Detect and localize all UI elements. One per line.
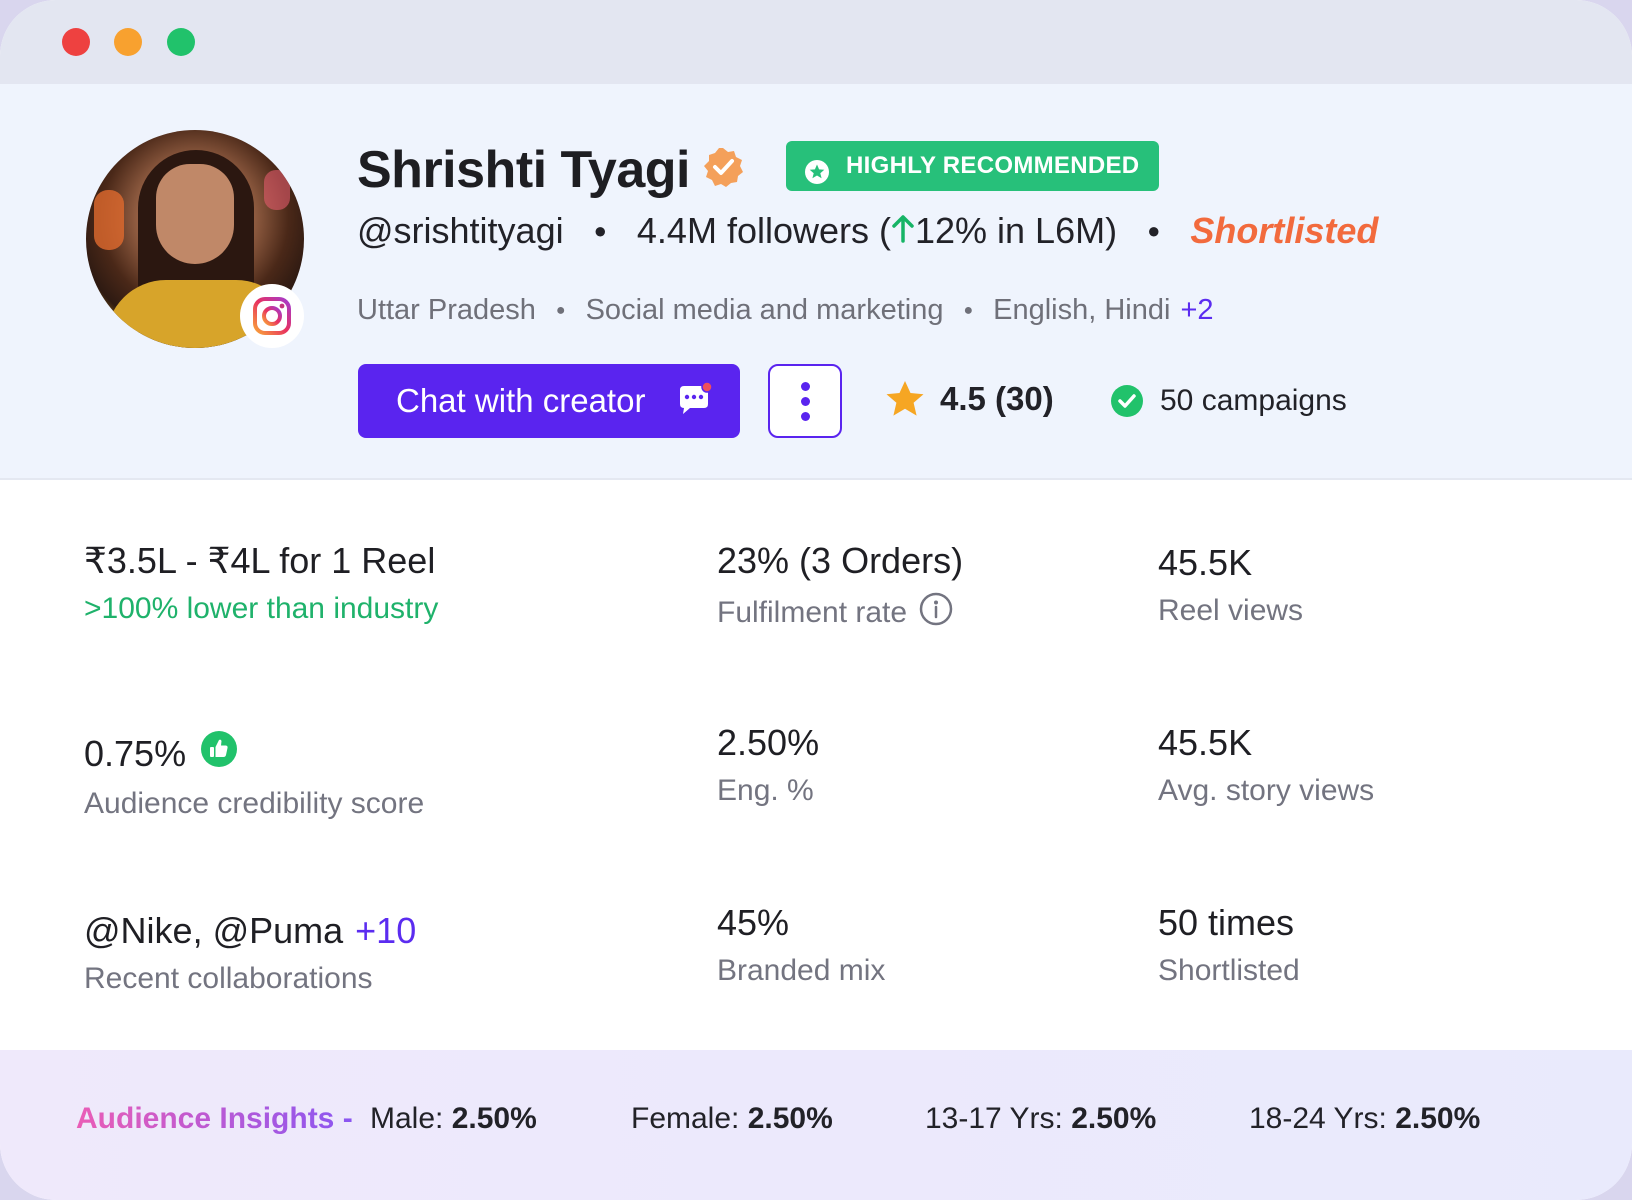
price-note: >100% lower than industry bbox=[84, 592, 439, 625]
collaborations-more-link[interactable]: +10 bbox=[355, 910, 416, 952]
insight-age-13-17: 13-17 Yrs: 2.50% bbox=[925, 1102, 1157, 1135]
collaborations-value: @Nike, @Puma +10 bbox=[84, 910, 417, 952]
campaigns-count: 50 campaigns bbox=[1110, 384, 1347, 418]
collaborations-stat: @Nike, @Puma +10 Recent collaborations bbox=[84, 910, 416, 996]
info-icon[interactable] bbox=[919, 592, 953, 634]
shortlisted-count-label: Shortlisted bbox=[1158, 954, 1300, 987]
more-options-button[interactable] bbox=[768, 364, 842, 438]
branded-mix-label: Branded mix bbox=[717, 954, 886, 987]
follower-growth: 12% in L6M) bbox=[914, 210, 1118, 251]
maximize-window-button[interactable] bbox=[167, 28, 195, 56]
check-circle-icon bbox=[1111, 385, 1143, 417]
location: Uttar Pradesh bbox=[357, 294, 536, 326]
star-icon bbox=[886, 381, 924, 416]
category: Social media and marketing bbox=[585, 294, 944, 326]
languages: English, Hindi bbox=[993, 294, 1171, 326]
engagement-label: Eng. % bbox=[717, 774, 814, 807]
minimize-window-button[interactable] bbox=[114, 28, 142, 56]
reel-views-stat: 45.5K Reel views bbox=[1158, 542, 1303, 628]
insight-age-18-24: 18-24 Yrs: 2.50% bbox=[1249, 1102, 1481, 1135]
instagram-icon bbox=[240, 284, 304, 348]
followers-count: 4.4M followers ( bbox=[636, 210, 891, 251]
meta-row: Uttar Pradesh ● Social media and marketi… bbox=[357, 294, 1214, 327]
close-window-button[interactable] bbox=[62, 28, 90, 56]
engagement-stat: 2.50% Eng. % bbox=[717, 722, 819, 808]
reel-views-value: 45.5K bbox=[1158, 542, 1253, 583]
price-value: ₹3.5L - ₹4L for 1 Reel bbox=[84, 540, 436, 581]
arrow-up-icon bbox=[891, 210, 915, 252]
star-circle-icon bbox=[804, 153, 830, 203]
audience-insights-title: Audience Insights - bbox=[76, 1102, 353, 1135]
credibility-value: 0.75% bbox=[84, 730, 424, 777]
insight-female: Female: 2.50% bbox=[631, 1102, 833, 1135]
thumbs-up-icon bbox=[200, 730, 238, 777]
collaborations-label: Recent collaborations bbox=[84, 962, 373, 995]
branded-mix-stat: 45% Branded mix bbox=[717, 902, 885, 988]
insight-male: Male: 2.50% bbox=[370, 1102, 537, 1135]
shortlisted-count-stat: 50 times Shortlisted bbox=[1158, 902, 1300, 988]
creator-profile-window: Shrishti Tyagi HIGHLY RECOMMENDED @srish… bbox=[0, 0, 1632, 1200]
price-stat: ₹3.5L - ₹4L for 1 Reel >100% lower than … bbox=[84, 540, 438, 626]
fulfilment-stat: 23% (3 Orders) Fulfilment rate bbox=[717, 540, 963, 634]
shortlisted-status: Shortlisted bbox=[1190, 210, 1379, 251]
engagement-value: 2.50% bbox=[717, 722, 820, 763]
rating: 4.5 (30) bbox=[884, 379, 1054, 419]
chat-bubble-icon bbox=[676, 381, 714, 426]
highly-recommended-badge: HIGHLY RECOMMENDED bbox=[786, 141, 1160, 191]
fulfilment-value: 23% (3 Orders) bbox=[717, 540, 964, 581]
creator-name: Shrishti Tyagi bbox=[357, 141, 690, 199]
shortlisted-count-value: 50 times bbox=[1158, 902, 1295, 943]
reel-views-label: Reel views bbox=[1158, 594, 1304, 627]
more-vertical-icon bbox=[800, 381, 810, 391]
handle-row: @srishtityagi ● 4.4M followers ( 12% in … bbox=[357, 210, 1379, 252]
story-views-label: Avg. story views bbox=[1158, 774, 1375, 807]
story-views-stat: 45.5K Avg. story views bbox=[1158, 722, 1374, 808]
credibility-stat: 0.75% Audience credibility score bbox=[84, 730, 424, 821]
branded-mix-value: 45% bbox=[717, 902, 790, 943]
title-bar bbox=[0, 0, 1632, 84]
credibility-label: Audience credibility score bbox=[84, 787, 425, 820]
verified-badge-icon bbox=[702, 146, 744, 193]
creator-handle: @srishtityagi bbox=[357, 210, 564, 251]
story-views-value: 45.5K bbox=[1158, 722, 1253, 763]
fulfilment-label: Fulfilment rate bbox=[717, 592, 963, 634]
languages-more-link[interactable]: +2 bbox=[1180, 294, 1213, 327]
chat-with-creator-button[interactable]: Chat with creator bbox=[358, 364, 740, 438]
